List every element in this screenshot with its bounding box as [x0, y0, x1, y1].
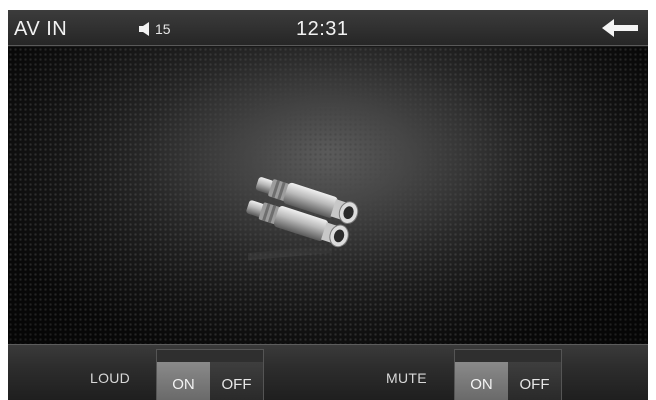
- mute-toggle[interactable]: ON OFF: [454, 349, 562, 400]
- mute-label: MUTE: [386, 370, 427, 386]
- back-arrow-icon: [602, 19, 638, 37]
- speaker-icon: [139, 22, 149, 36]
- mute-off-button[interactable]: OFF: [508, 362, 561, 400]
- loud-toggle[interactable]: ON OFF: [156, 349, 264, 400]
- header-bar: AV IN 15 12:31: [8, 10, 648, 46]
- mute-on-button[interactable]: ON: [455, 362, 508, 400]
- loud-off-button[interactable]: OFF: [210, 362, 263, 400]
- loud-label: LOUD: [90, 370, 131, 386]
- loud-on-button[interactable]: ON: [157, 362, 210, 400]
- av-in-screen: AV IN 15 12:31 LOUD ON OFF MUTE ON OFF: [8, 10, 648, 400]
- rca-connectors-icon: [246, 177, 359, 261]
- volume-level: 15: [155, 21, 171, 37]
- clock: 12:31: [296, 18, 349, 40]
- control-bar: LOUD ON OFF MUTE ON OFF: [8, 344, 648, 400]
- speaker-grille-background: [8, 47, 648, 344]
- page-title: AV IN: [14, 18, 68, 40]
- back-button[interactable]: [598, 14, 642, 42]
- volume-indicator[interactable]: 15: [138, 21, 171, 37]
